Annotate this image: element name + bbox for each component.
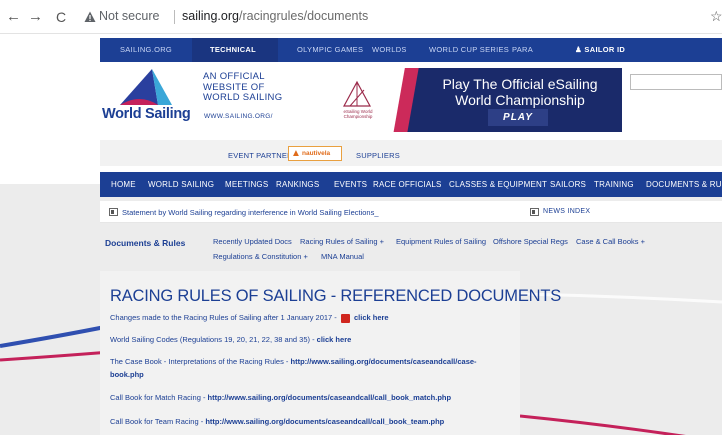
content-line-case-book-cont: book.php (110, 370, 144, 379)
click-here-link[interactable]: click here (354, 313, 389, 322)
official-line: AN OFFICIAL (203, 71, 265, 82)
subnav-regulations[interactable]: Regulations & Constitution + (213, 252, 308, 261)
address-bar[interactable]: sailing.org/racingrules/documents (182, 9, 368, 23)
forward-arrow-icon[interactable]: → (28, 9, 43, 25)
case-book-link-cont[interactable]: book.php (110, 370, 144, 379)
sailor-id-link[interactable]: ♟ SAILOR ID (575, 45, 625, 54)
sailor-id-label: SAILOR ID (584, 45, 626, 54)
world-sailing-logo-icon[interactable] (118, 69, 174, 107)
search-input[interactable] (630, 74, 722, 90)
esailing-logo-text: eSailing World Championship (343, 109, 373, 119)
topbar-item-technical[interactable]: TECHNICAL (210, 45, 256, 54)
line-text: Changes made to the Racing Rules of Sail… (110, 313, 337, 322)
content-line-match-racing: Call Book for Match Racing - http://www.… (110, 393, 451, 402)
content-line-case-book: The Case Book - Interpretations of the R… (110, 357, 477, 366)
nav-meetings[interactable]: MEETINGS (225, 180, 268, 189)
banner-headline-2: World Championship (455, 92, 585, 108)
line-text: Call Book for Match Racing - (110, 393, 206, 402)
subnav-racing-rules[interactable]: Racing Rules of Sailing + (300, 237, 384, 246)
nav-sailors[interactable]: SAILORS (550, 180, 586, 189)
subnav-recently-updated[interactable]: Recently Updated Docs (213, 237, 292, 246)
topbar-item-para[interactable]: PARA (512, 45, 533, 54)
esailing-banner[interactable]: eSailing World Championship Play The Off… (322, 68, 622, 132)
play-button[interactable]: PLAY (488, 109, 548, 126)
line-text: Call Book for Team Racing - (110, 417, 204, 426)
subnav-case-call-books[interactable]: Case & Call Books + (576, 237, 645, 246)
nautivela-logo[interactable]: ▲ nautivela (288, 146, 342, 161)
nautivela-icon: ▲ (291, 148, 301, 159)
nav-events[interactable]: EVENTS (334, 180, 367, 189)
official-line: WORLD SAILING (203, 92, 283, 103)
team-racing-link[interactable]: http://www.sailing.org/documents/caseand… (205, 417, 444, 426)
content-line-team-racing: Call Book for Team Racing - http://www.s… (110, 417, 444, 426)
page-title: RACING RULES OF SAILING - REFERENCED DOC… (110, 287, 562, 305)
main-nav: HOME WORLD SAILING MEETINGS RANKINGS EVE… (100, 172, 722, 197)
line-text: World Sailing Codes (Regulations 19, 20,… (110, 335, 315, 344)
click-here-link[interactable]: click here (317, 335, 352, 344)
topbar-item-world-cup-series[interactable]: WORLD CUP SERIES (429, 45, 509, 54)
news-statement-link[interactable]: Statement by World Sailing regarding int… (122, 208, 379, 217)
website-link[interactable]: WWW.SAILING.ORG/ (204, 113, 273, 120)
content-panel: RACING RULES OF SAILING - REFERENCED DOC… (100, 271, 561, 435)
not-secure-label[interactable]: Not secure (99, 9, 159, 23)
official-website-text: AN OFFICIAL WEBSITE OF WORLD SAILING (203, 71, 283, 104)
partners-bar (100, 140, 722, 166)
nav-rankings[interactable]: RANKINGS (276, 180, 319, 189)
subnav-equipment-rules[interactable]: Equipment Rules of Sailing (396, 237, 486, 246)
nav-documents-rules[interactable]: DOCUMENTS & RULE (646, 180, 722, 189)
subnav-offshore-regs[interactable]: Offshore Special Regs (493, 237, 568, 246)
news-index-icon (530, 208, 539, 216)
url-host: sailing.org (182, 9, 239, 23)
esailing-logo-icon (342, 80, 372, 107)
match-racing-link[interactable]: http://www.sailing.org/documents/caseand… (208, 393, 452, 402)
news-index-link[interactable]: NEWS INDEX (543, 208, 590, 215)
topbar-item-olympic-games[interactable]: OLYMPIC GAMES (297, 45, 363, 54)
subnav-mna-manual[interactable]: MNA Manual (321, 252, 364, 261)
url-path: /racingrules/documents (238, 9, 369, 23)
nautivela-text: nautivela (302, 150, 331, 157)
banner-diagonal (388, 68, 432, 132)
case-book-link[interactable]: http://www.sailing.org/documents/caseand… (291, 357, 477, 366)
suppliers-link[interactable]: SUPPLIERS (356, 151, 400, 160)
section-title: Documents & Rules (105, 238, 186, 248)
nav-training[interactable]: TRAINING (594, 180, 634, 189)
nav-home[interactable]: HOME (111, 180, 136, 189)
topbar-item-worlds[interactable]: WORLDS (372, 45, 407, 54)
nav-classes-equipment[interactable]: CLASSES & EQUIPMENT (449, 180, 547, 189)
topbar-item-sailing-org[interactable]: SAILING.ORG (120, 45, 172, 54)
url-separator (174, 10, 175, 24)
bookmark-star-icon[interactable]: ☆ (710, 8, 722, 25)
warning-icon[interactable] (84, 11, 96, 23)
top-bar: SAILING.ORG TECHNICAL OLYMPIC GAMES WORL… (100, 38, 722, 62)
reload-icon[interactable]: C (56, 9, 66, 25)
pdf-icon (340, 313, 350, 323)
web-page: SAILING.ORG TECHNICAL OLYMPIC GAMES WORL… (0, 34, 722, 435)
news-bar: Statement by World Sailing regarding int… (100, 201, 722, 223)
person-icon: ♟ (575, 45, 583, 54)
line-text: The Case Book - Interpretations of the R… (110, 357, 289, 366)
logo-wordmark[interactable]: World Sailing (102, 106, 191, 122)
nav-race-officials[interactable]: RACE OFFICIALS (373, 180, 442, 189)
browser-toolbar: ← → C Not secure sailing.org/racingrules… (0, 0, 722, 34)
content-line-codes: World Sailing Codes (Regulations 19, 20,… (110, 335, 351, 344)
banner-headline-1: Play The Official eSailing (442, 76, 598, 92)
back-arrow-icon[interactable]: ← (6, 9, 21, 25)
news-icon (109, 208, 118, 216)
nav-world-sailing[interactable]: WORLD SAILING (148, 180, 214, 189)
content-line-changes: Changes made to the Racing Rules of Sail… (110, 313, 389, 323)
